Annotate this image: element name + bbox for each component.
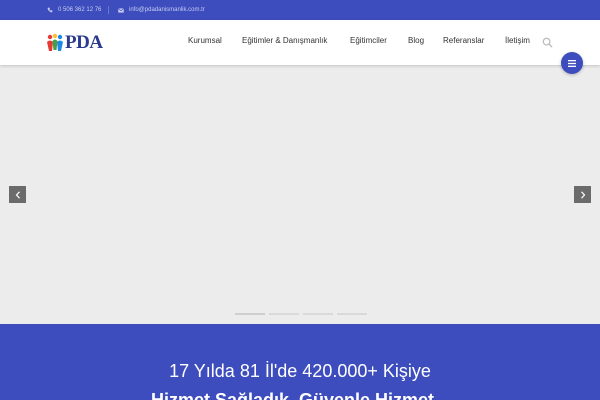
slider-dot[interactable] [235,313,265,315]
phone-number: 0 506 362 12 76 [58,7,102,13]
chevron-left-icon [15,186,21,204]
nav-item-blog[interactable]: Blog [408,36,424,45]
slider-dot[interactable] [303,313,333,315]
nav-item-iletisim[interactable]: İletişim [505,36,530,45]
email-contact[interactable]: info@pdadanismanlik.com.tr [118,0,205,20]
logo-figures-icon [47,33,63,51]
nav-item-egitimler-danismanlik[interactable]: Eğitimler & Danışmanlık [242,36,327,45]
nav-item-kurumsal[interactable]: Kurumsal [188,36,222,45]
slider-dot[interactable] [269,313,299,315]
stats-subline: Hizmet Sağladık, Güvenle Hizmet... [150,390,450,400]
top-contact-bar: 0 506 362 12 76 info@pdadanismanlik.com.… [0,0,600,20]
envelope-icon [118,7,124,13]
stats-band: 17 Yılda 81 İl'de 420.000+ Kişiye Hizmet… [0,324,600,400]
phone-contact[interactable]: 0 506 362 12 76 [47,0,101,20]
slider-prev-button[interactable] [9,186,26,203]
topbar-divider [108,6,109,14]
slider-pagination [235,313,367,315]
nav-item-referanslar[interactable]: Referanslar [443,36,484,45]
stats-headline: 17 Yılda 81 İl'de 420.000+ Kişiye [169,361,431,381]
phone-icon [47,7,53,13]
site-header: PDA Kurumsal Eğitimler & Danışmanlık Eği… [0,20,600,65]
chevron-right-icon [580,186,586,204]
logo-text: PDA [65,32,103,53]
hero-slider [0,65,600,324]
site-logo[interactable]: PDA [46,32,103,54]
email-address: info@pdadanismanlik.com.tr [129,7,205,13]
slider-dot[interactable] [337,313,367,315]
slider-next-button[interactable] [574,186,591,203]
hamburger-menu-button[interactable] [561,52,583,74]
nav-item-egitimciler[interactable]: Eğitimciler [350,36,387,45]
hamburger-icon [568,54,576,72]
search-icon[interactable] [542,35,553,48]
